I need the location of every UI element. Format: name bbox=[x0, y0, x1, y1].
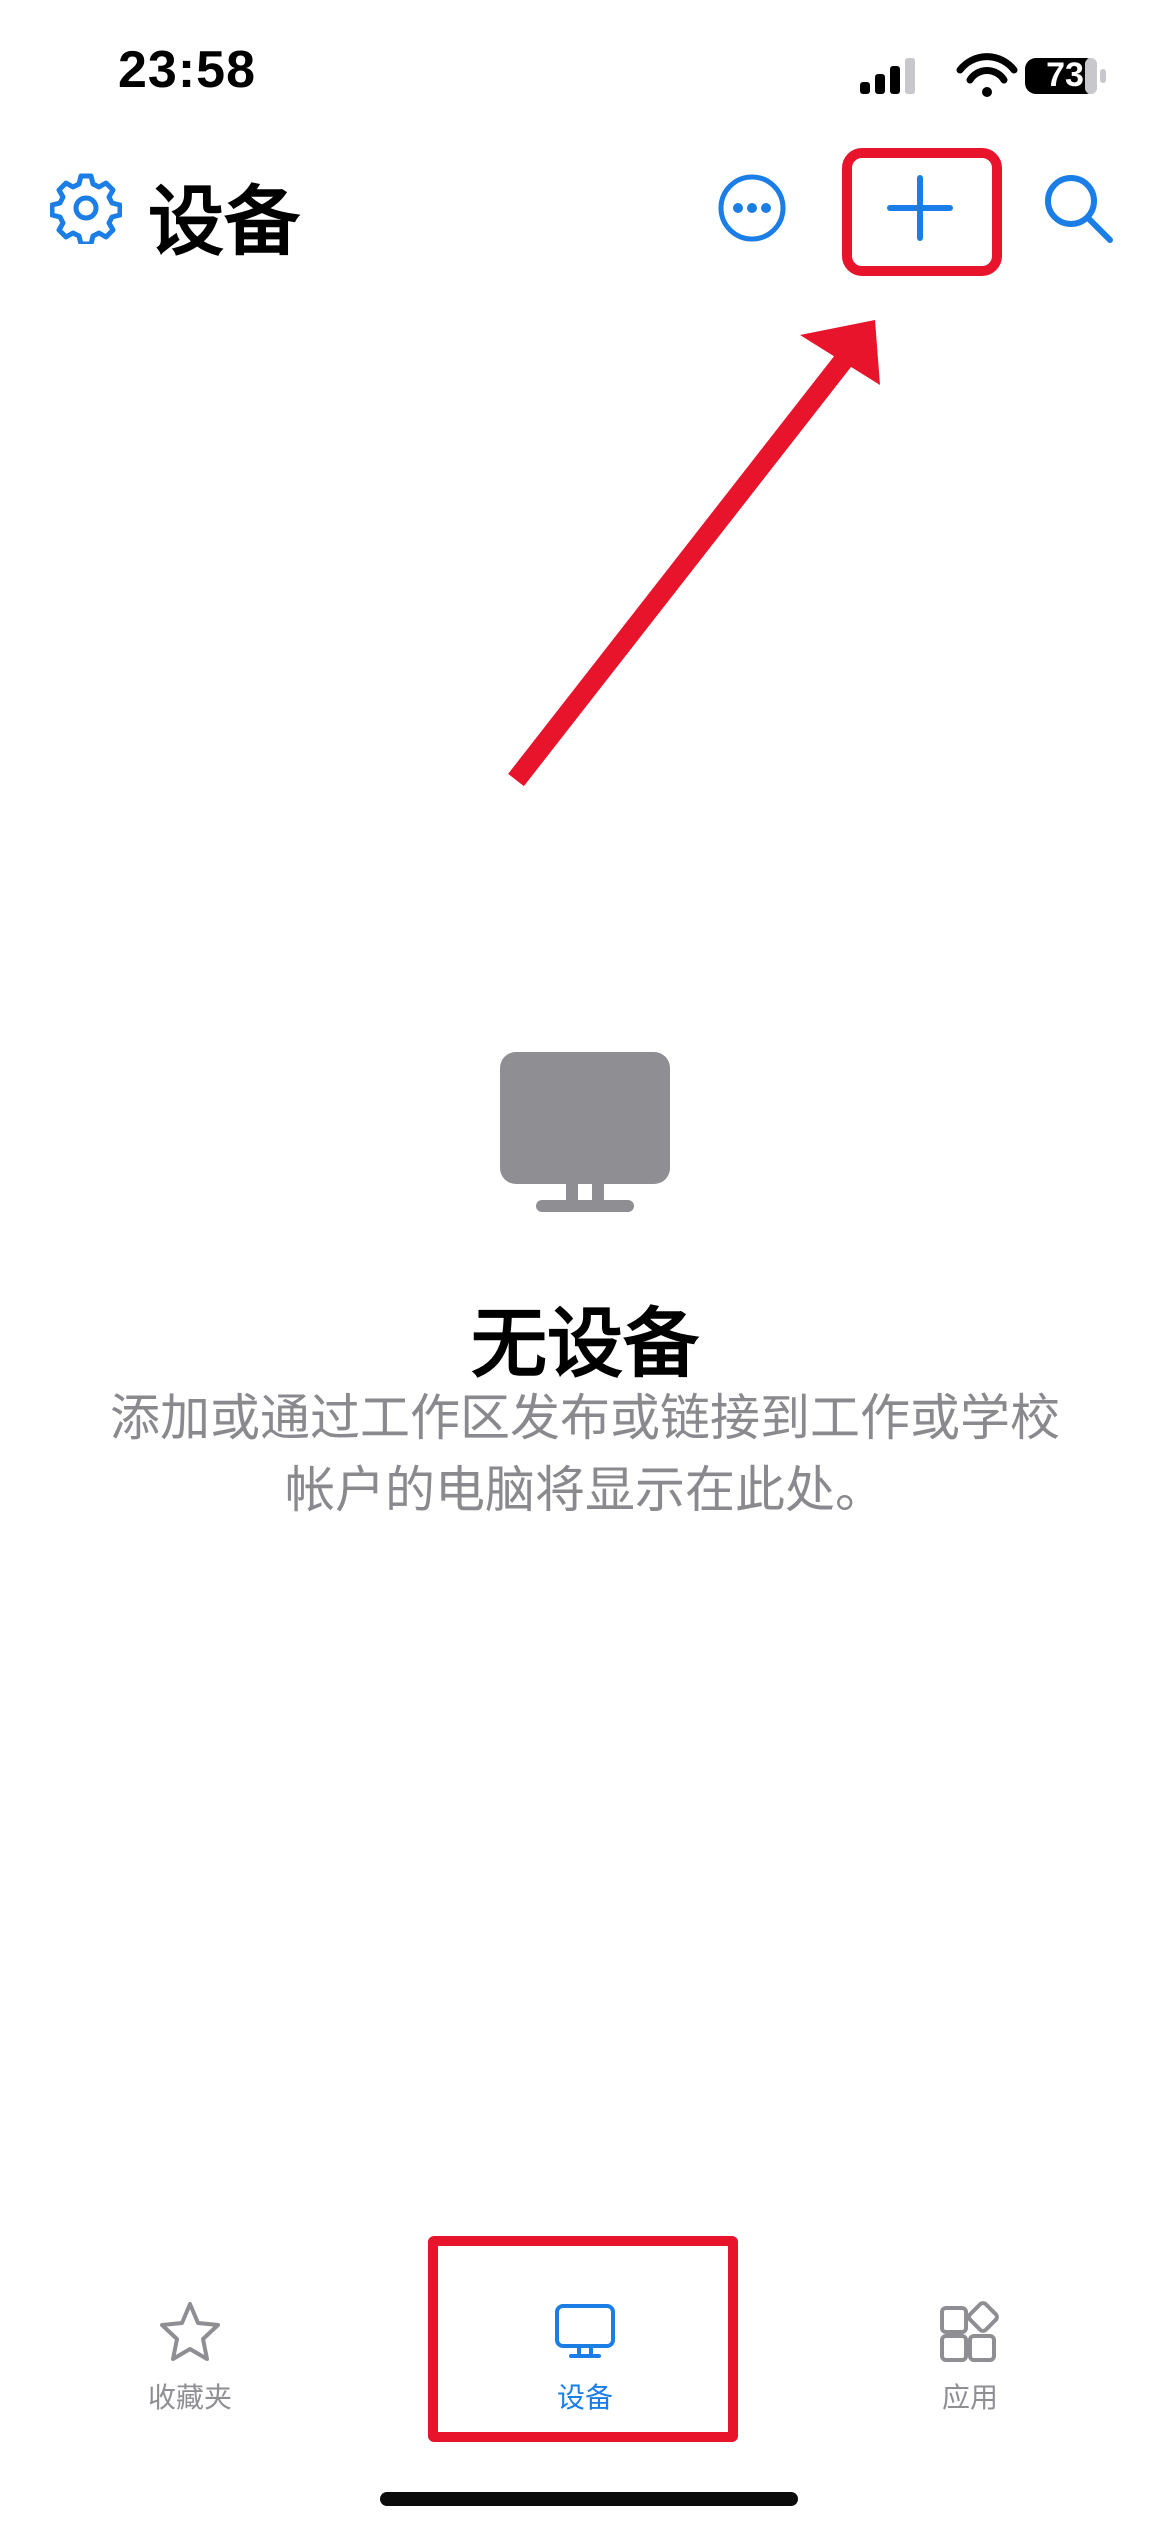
empty-state-monitor bbox=[500, 1052, 670, 1212]
annotation-arrow bbox=[508, 320, 880, 787]
tab-favorites[interactable]: 收藏夹 bbox=[60, 2300, 320, 2416]
apps-icon bbox=[940, 2301, 999, 2362]
annotation-highlight-devices-tab bbox=[428, 2236, 738, 2442]
monitor-icon bbox=[500, 1052, 670, 1212]
tab-label: 收藏夹 bbox=[147, 2381, 232, 2414]
star-icon bbox=[160, 2302, 220, 2361]
tab-label: 应用 bbox=[941, 2381, 998, 2414]
tab-apps[interactable]: 应用 bbox=[840, 2300, 1100, 2416]
home-indicator[interactable] bbox=[380, 2492, 798, 2506]
empty-state-title: 无设备 bbox=[471, 1299, 699, 1388]
empty-state-description: 添加或通过工作区发布或链接到工作或学校帐户的电脑将显示在此处。 bbox=[110, 1389, 1060, 1519]
